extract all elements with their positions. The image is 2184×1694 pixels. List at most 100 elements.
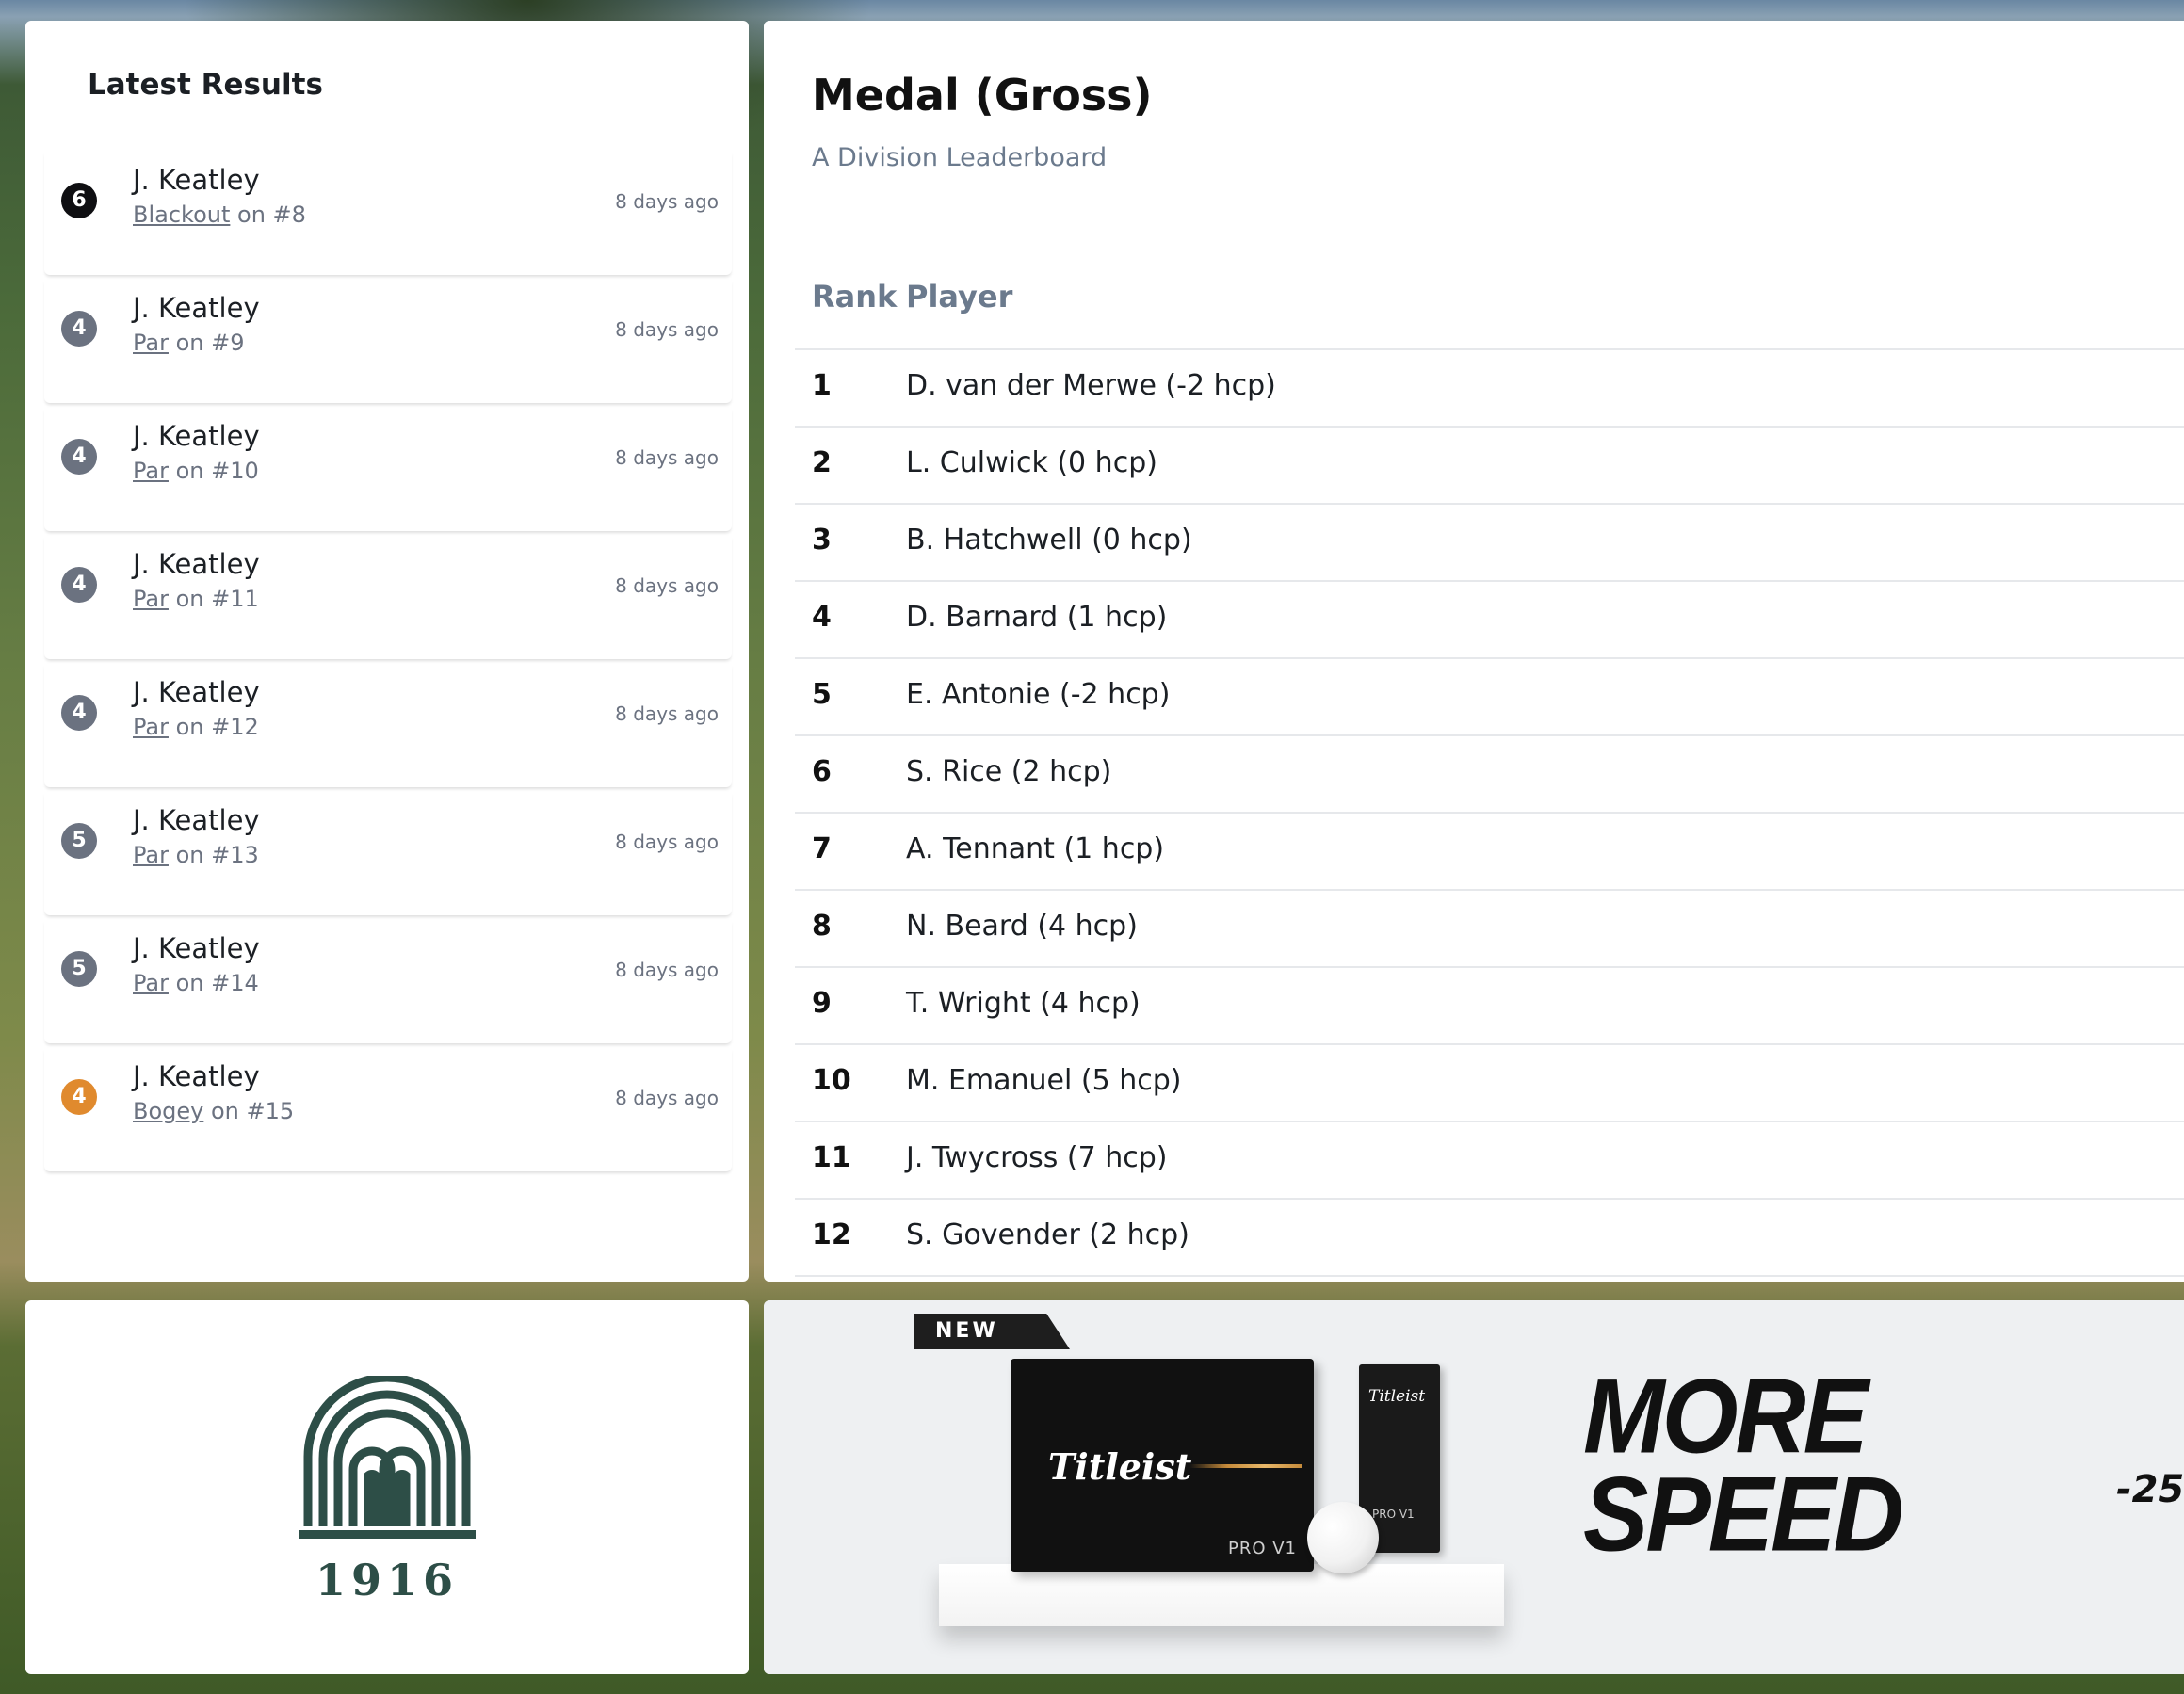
leaderboard-subtitle: A Division Leaderboard	[812, 143, 1108, 172]
result-timestamp: 8 days ago	[615, 190, 719, 213]
result-item[interactable]: 5 J. Keatley Par on #14 8 days ago	[44, 917, 732, 1043]
column-header-rank[interactable]: Rank	[812, 279, 897, 315]
result-item[interactable]: 4 J. Keatley Par on #10 8 days ago	[44, 405, 732, 531]
leaderboard-row[interactable]: 5 E. Antonie (-2 hcp)	[795, 659, 2184, 736]
result-type-link[interactable]: Bogey	[133, 1098, 203, 1124]
latest-results-list: 6 J. Keatley Blackout on #8 8 days ago 4 J. K…	[44, 149, 732, 1173]
rank-cell: 2	[812, 446, 832, 479]
result-detail: Par on #10	[133, 458, 259, 484]
leaderboard-row[interactable]: 6 S. Rice (2 hcp)	[795, 736, 2184, 814]
result-detail: Par on #14	[133, 970, 259, 996]
result-hole: on #8	[237, 202, 306, 228]
result-detail: Par on #11	[133, 586, 259, 612]
leaderboard-row[interactable]: 10 M. Emanuel (5 hcp)	[795, 1045, 2184, 1122]
ball-box-stripe	[1189, 1464, 1302, 1468]
result-detail: Par on #13	[133, 842, 259, 868]
result-detail: Bogey on #15	[133, 1098, 294, 1124]
club-arches-icon	[299, 1376, 476, 1539]
score-badge: 5	[61, 823, 97, 859]
result-item[interactable]: 5 J. Keatley Par on #13 8 days ago	[44, 789, 732, 915]
result-item[interactable]: 4 J. Keatley Par on #9 8 days ago	[44, 277, 732, 403]
result-hole: on #14	[175, 970, 259, 996]
golf-ball-box-image: Titleist PRO V1	[1011, 1359, 1314, 1572]
result-player-name: J. Keatley	[133, 164, 260, 196]
result-type-link[interactable]: Blackout	[133, 202, 230, 228]
score-badge: 4	[61, 1079, 97, 1115]
ball-box-model: PRO V1	[1227, 1539, 1297, 1558]
rank-cell: 4	[812, 601, 832, 634]
rank-cell: 8	[812, 910, 832, 943]
leaderboard-row[interactable]: 4 D. Barnard (1 hcp)	[795, 582, 2184, 659]
rank-cell: 10	[812, 1064, 851, 1097]
result-player-name: J. Keatley	[133, 292, 260, 324]
player-cell: E. Antonie (-2 hcp)	[906, 678, 1171, 711]
ad-headline-line1: MORE	[1583, 1358, 1869, 1476]
player-cell: N. Beard (4 hcp)	[906, 910, 1138, 943]
result-type-link[interactable]: Par	[133, 714, 169, 740]
rank-cell: 1	[812, 369, 832, 402]
leaderboard-row[interactable]: 3 B. Hatchwell (0 hcp)	[795, 505, 2184, 582]
result-hole: on #11	[175, 586, 259, 612]
player-cell: D. Barnard (1 hcp)	[906, 601, 1168, 634]
player-cell: A. Tennant (1 hcp)	[906, 832, 1165, 865]
player-cell: T. Wright (4 hcp)	[906, 987, 1141, 1020]
result-player-name: J. Keatley	[133, 676, 260, 708]
rank-cell: 7	[812, 832, 832, 865]
score-badge: 4	[61, 567, 97, 603]
leaderboard-row[interactable]: 9 T. Wright (4 hcp)	[795, 968, 2184, 1045]
player-cell: D. van der Merwe (-2 hcp)	[906, 369, 1276, 402]
ad-headline: MORE SPEED	[1583, 1358, 1904, 1574]
result-detail: Par on #12	[133, 714, 259, 740]
leaderboard-row[interactable]: 12 S. Govender (2 hcp)	[795, 1200, 2184, 1277]
sleeve-brand: Titleist	[1368, 1387, 1426, 1406]
result-timestamp: 8 days ago	[615, 1087, 719, 1109]
ad-banner[interactable]: NEW Titleist PRO V1 Titleist PRO V1 MORE…	[764, 1300, 2184, 1674]
leaderboard-row[interactable]: 8 N. Beard (4 hcp)	[795, 891, 2184, 968]
leaderboard-row[interactable]: 7 A. Tennant (1 hcp)	[795, 814, 2184, 891]
leaderboard-title: Medal (Gross)	[812, 70, 1153, 121]
result-hole: on #10	[175, 458, 259, 484]
player-cell: S. Govender (2 hcp)	[906, 1218, 1189, 1251]
score-badge: 4	[61, 695, 97, 731]
result-type-link[interactable]: Par	[133, 970, 169, 996]
new-tag: NEW	[914, 1314, 1070, 1349]
player-cell: J. Twycross (7 hcp)	[906, 1141, 1168, 1174]
result-player-name: J. Keatley	[133, 804, 260, 836]
result-timestamp: 8 days ago	[615, 831, 719, 853]
result-player-name: J. Keatley	[133, 420, 260, 452]
result-type-link[interactable]: Par	[133, 458, 169, 484]
rank-cell: 3	[812, 524, 832, 557]
result-item[interactable]: 4 J. Keatley Par on #11 8 days ago	[44, 533, 732, 659]
rank-cell: 6	[812, 755, 832, 788]
player-cell: B. Hatchwell (0 hcp)	[906, 524, 1192, 557]
leaderboard-rows: 1 D. van der Merwe (-2 hcp) 2 L. Culwick (0…	[795, 350, 2184, 1277]
result-player-name: J. Keatley	[133, 932, 260, 964]
result-timestamp: 8 days ago	[615, 702, 719, 725]
column-header-player[interactable]: Player	[906, 279, 1012, 315]
player-cell: M. Emanuel (5 hcp)	[906, 1064, 1182, 1097]
result-item[interactable]: 4 J. Keatley Bogey on #15 8 days ago	[44, 1045, 732, 1171]
result-hole: on #9	[175, 330, 245, 356]
score-badge: 5	[61, 951, 97, 987]
result-hole: on #13	[175, 842, 259, 868]
result-type-link[interactable]: Par	[133, 330, 169, 356]
result-type-link[interactable]: Par	[133, 842, 169, 868]
result-type-link[interactable]: Par	[133, 586, 169, 612]
result-detail: Par on #9	[133, 330, 245, 356]
score-badge: 6	[61, 183, 97, 218]
result-detail: Blackout on #8	[133, 202, 306, 228]
result-timestamp: 8 days ago	[615, 574, 719, 597]
ball-box-brand: Titleist	[1048, 1445, 1192, 1488]
ad-headline-line2: SPEED	[1583, 1455, 1904, 1574]
rank-cell: 12	[812, 1218, 851, 1251]
leaderboard-row[interactable]: 11 J. Twycross (7 hcp)	[795, 1122, 2184, 1200]
result-item[interactable]: 4 J. Keatley Par on #12 8 days ago	[44, 661, 732, 787]
club-logo-panel: 1916	[25, 1300, 749, 1674]
sleeve-model: PRO V1	[1372, 1508, 1415, 1521]
latest-results-panel: Latest Results 6 J. Keatley Blackout on #8…	[25, 21, 749, 1282]
leaderboard-row[interactable]: 2 L. Culwick (0 hcp)	[795, 428, 2184, 505]
leaderboard-row[interactable]: 1 D. van der Merwe (-2 hcp)	[795, 350, 2184, 428]
result-item[interactable]: 6 J. Keatley Blackout on #8 8 days ago	[44, 149, 732, 275]
club-founded-year: 1916	[315, 1555, 460, 1605]
ad-edge-logo: -25	[2116, 1468, 2184, 1511]
